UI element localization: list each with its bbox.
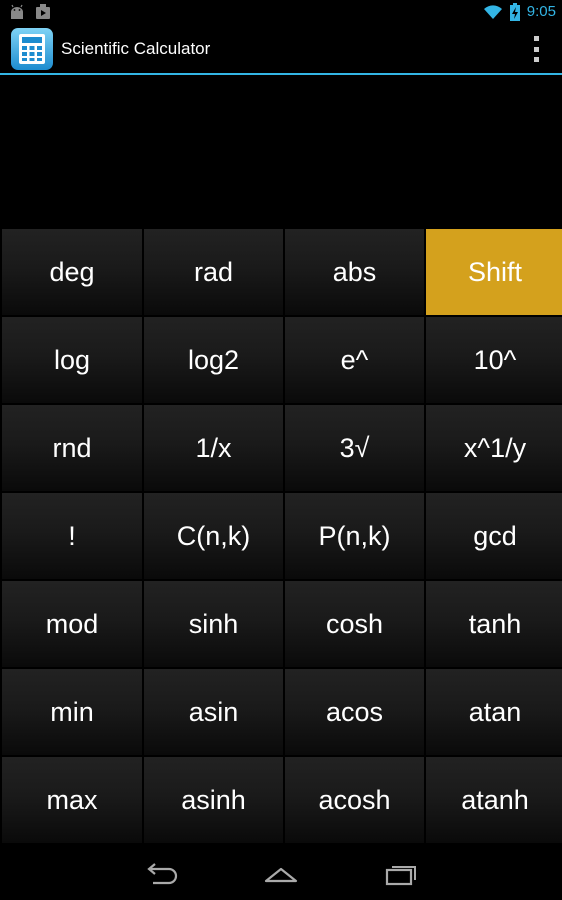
- key-factorial[interactable]: !: [2, 493, 142, 579]
- key-acosh[interactable]: acosh: [285, 757, 424, 843]
- overflow-menu-icon[interactable]: [526, 36, 546, 62]
- wifi-icon: [483, 5, 502, 20]
- key-rnd[interactable]: rnd: [2, 405, 142, 491]
- key-acos[interactable]: acos: [285, 669, 424, 755]
- key-atanh[interactable]: atanh: [426, 757, 562, 843]
- status-left-icons: [8, 3, 52, 21]
- battery-icon: [509, 3, 520, 21]
- key-cube-root[interactable]: 3√: [285, 405, 424, 491]
- key-log2[interactable]: log2: [144, 317, 283, 403]
- key-tanh[interactable]: tanh: [426, 581, 562, 667]
- key-shift[interactable]: Shift: [426, 229, 562, 315]
- navigation-bar: [0, 847, 562, 900]
- key-gcd[interactable]: gcd: [426, 493, 562, 579]
- home-icon[interactable]: [263, 861, 299, 887]
- overflow-dot: [533, 57, 539, 62]
- key-max[interactable]: max: [2, 757, 142, 843]
- calculator-display: [0, 75, 562, 229]
- key-cosh[interactable]: cosh: [285, 581, 424, 667]
- key-pow10[interactable]: 10^: [426, 317, 562, 403]
- key-min[interactable]: min: [2, 669, 142, 755]
- keypad: deg rad abs Shift log log2 e^ 10^ rnd 1/…: [0, 229, 562, 847]
- key-combination[interactable]: C(n,k): [144, 493, 283, 579]
- key-reciprocal[interactable]: 1/x: [144, 405, 283, 491]
- key-deg[interactable]: deg: [2, 229, 142, 315]
- overflow-dot: [533, 36, 539, 41]
- recent-apps-icon[interactable]: [383, 861, 419, 887]
- calculator-icon[interactable]: [10, 27, 54, 71]
- android-icon: [11, 4, 23, 19]
- key-log[interactable]: log: [2, 317, 142, 403]
- status-time: 9:05: [526, 3, 556, 20]
- status-right-icons: 9:05: [483, 2, 556, 22]
- key-mod[interactable]: mod: [2, 581, 142, 667]
- key-exp[interactable]: e^: [285, 317, 424, 403]
- key-atan[interactable]: atan: [426, 669, 562, 755]
- action-bar: Scientific Calculator: [0, 24, 562, 73]
- key-rad[interactable]: rad: [144, 229, 283, 315]
- media-icon: [36, 4, 50, 19]
- key-asinh[interactable]: asinh: [144, 757, 283, 843]
- key-abs[interactable]: abs: [285, 229, 424, 315]
- back-icon[interactable]: [143, 861, 179, 887]
- status-bar: 9:05: [0, 0, 562, 24]
- key-permutation[interactable]: P(n,k): [285, 493, 424, 579]
- app-title: Scientific Calculator: [61, 39, 211, 58]
- key-asin[interactable]: asin: [144, 669, 283, 755]
- key-yth-root[interactable]: x^1/y: [426, 405, 562, 491]
- key-sinh[interactable]: sinh: [144, 581, 283, 667]
- overflow-dot: [533, 46, 539, 52]
